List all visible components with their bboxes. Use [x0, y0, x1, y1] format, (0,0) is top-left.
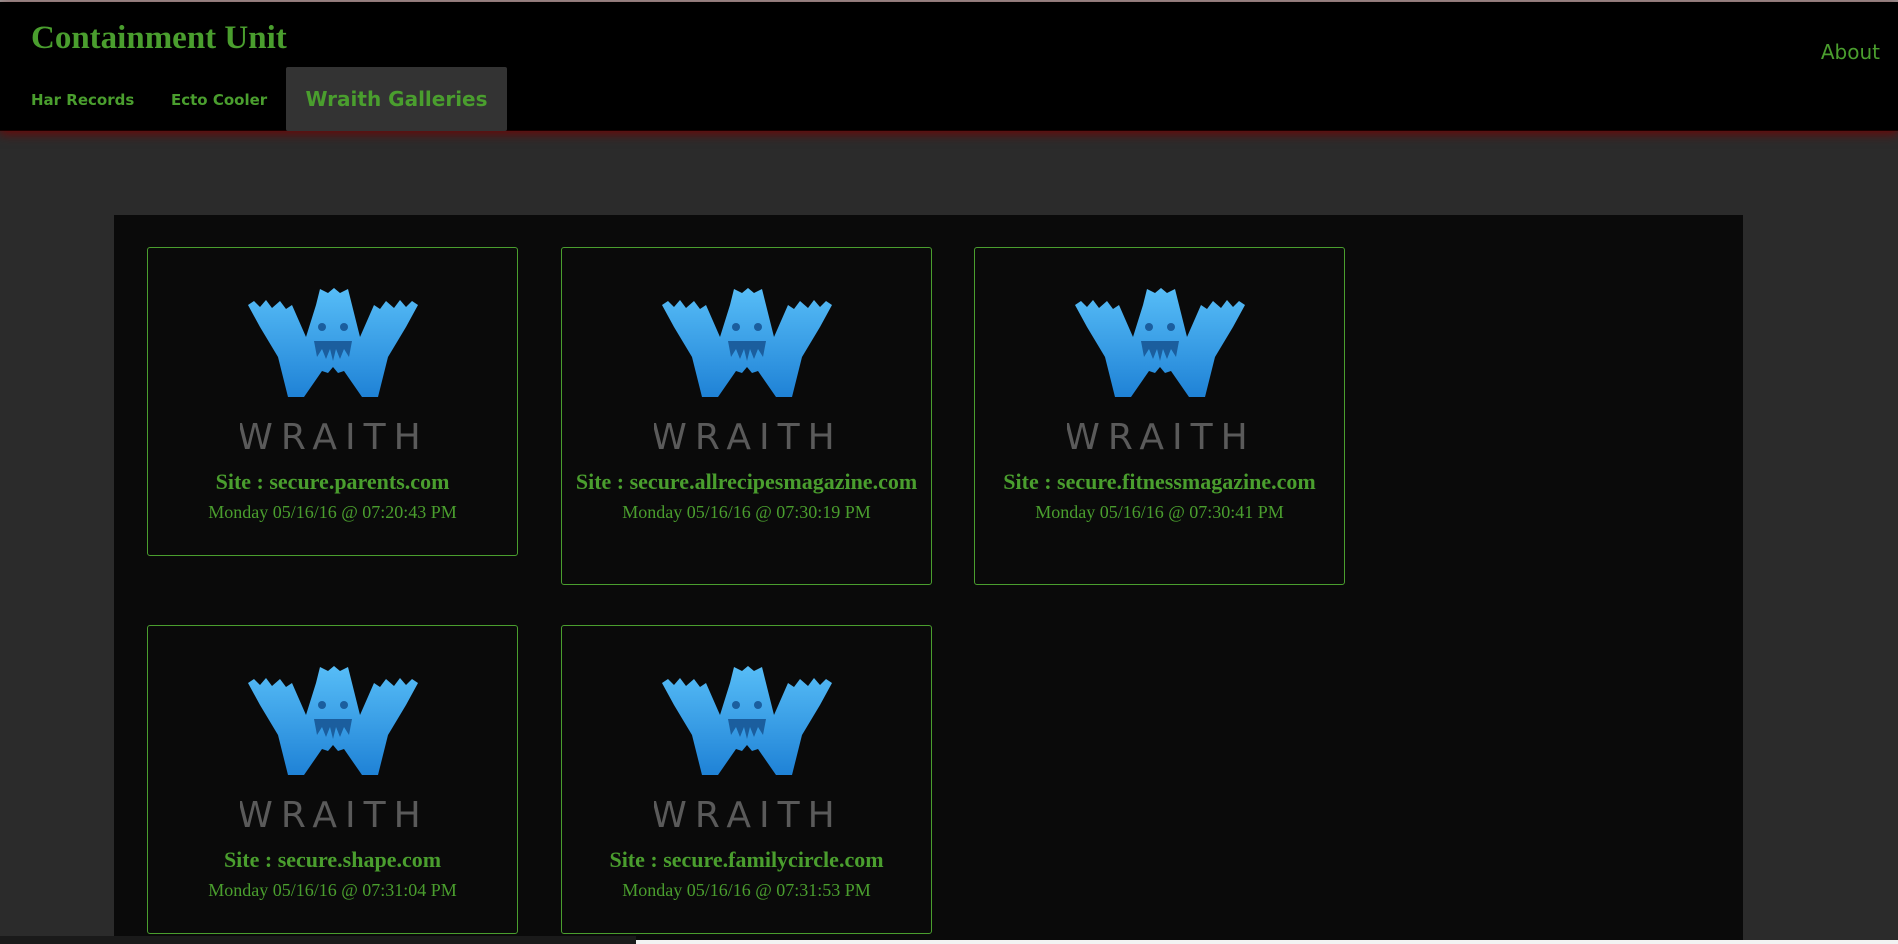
card-timestamp: Monday 05/16/16 @ 07:31:04 PM	[208, 880, 457, 900]
wraith-logo-icon	[240, 665, 426, 835]
window-bottom-strip	[636, 940, 1898, 944]
card-site-title: Site : secure.fitnessmagazine.com	[1003, 469, 1316, 494]
wraith-logo-icon	[654, 665, 840, 835]
card-site-title: Site : secure.allrecipesmagazine.com	[575, 469, 918, 494]
about-link[interactable]: About	[1821, 40, 1880, 64]
card-timestamp: Monday 05/16/16 @ 07:31:53 PM	[622, 880, 871, 900]
gallery-panel: Site : secure.parents.com Monday 05/16/1…	[114, 215, 1743, 944]
card-site-title: Site : secure.shape.com	[223, 847, 442, 872]
card-site-title: Site : secure.parents.com	[215, 469, 450, 494]
card-timestamp: Monday 05/16/16 @ 07:30:41 PM	[1035, 502, 1284, 522]
card-timestamp: Monday 05/16/16 @ 07:30:19 PM	[622, 502, 871, 522]
gallery-card[interactable]: Site : secure.familycircle.com Monday 05…	[561, 625, 932, 934]
gallery-card[interactable]: Site : secure.allrecipesmagazine.com Mon…	[561, 247, 932, 585]
tab-ecto-cooler[interactable]: Ecto Cooler	[171, 69, 267, 131]
tab-har-records[interactable]: Har Records	[31, 69, 134, 131]
wraith-logo-icon	[654, 287, 840, 457]
gallery-card[interactable]: Site : secure.fitnessmagazine.com Monday…	[974, 247, 1345, 585]
wraith-logo-icon	[240, 287, 426, 457]
app-title[interactable]: Containment Unit	[31, 18, 287, 58]
browser-status-bar	[0, 936, 636, 944]
card-site-title: Site : secure.familycircle.com	[609, 847, 884, 872]
card-timestamp: Monday 05/16/16 @ 07:20:43 PM	[208, 502, 457, 522]
gallery-card[interactable]: Site : secure.parents.com Monday 05/16/1…	[147, 247, 518, 556]
gallery-card[interactable]: Site : secure.shape.com Monday 05/16/16 …	[147, 625, 518, 934]
navbar: Containment Unit Har Records Ecto Cooler…	[0, 2, 1898, 131]
wraith-logo-icon	[1067, 287, 1253, 457]
tab-wraith-galleries[interactable]: Wraith Galleries	[286, 67, 507, 131]
